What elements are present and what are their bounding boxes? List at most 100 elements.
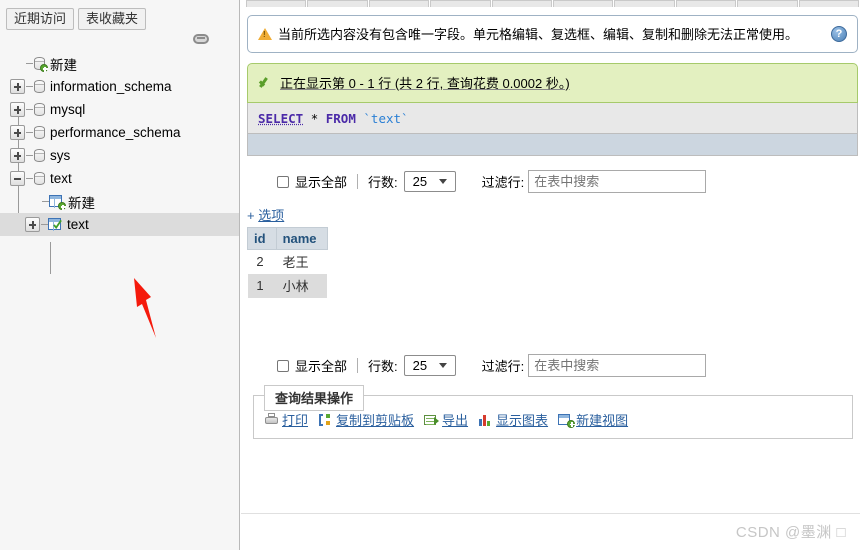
table-icon [48,217,63,232]
create-view-label[interactable]: 新建视图 [576,410,628,429]
create-view-action[interactable]: 新建视图 [558,410,628,429]
export-label[interactable]: 导出 [442,410,468,429]
recent-tab[interactable]: 近期访问 [6,8,74,30]
content-tab[interactable] [799,0,859,7]
database-icon [33,148,46,163]
tree-expander-icon[interactable] [10,125,25,140]
show-all-checkbox[interactable] [277,360,289,372]
unique-field-warning: 当前所选内容没有包含唯一字段。单元格编辑、复选框、编辑、复制和删除无法正常使用。… [247,15,858,53]
tree-item-label: sys [50,148,70,163]
navigation-sidebar: 近期访问 表收藏夹 新建 inf [0,0,240,550]
csdn-watermark: CSDN @墨渊 □ [736,521,846,542]
rows-per-page-value: 25 [413,174,427,189]
tree-expander-icon[interactable] [10,79,25,94]
column-header-id[interactable]: id [248,228,277,250]
copy-to-clipboard-label[interactable]: 复制到剪贴板 [336,410,414,429]
red-arrow-annotation [124,272,194,347]
sidebar-tool-row [0,30,239,52]
tree-connector [26,63,33,64]
divider [357,174,358,189]
results-table: id name 2 老王 1 小林 [247,227,328,298]
filter-rows-label: 过滤行: [482,172,525,191]
print-action[interactable]: 打印 [264,410,308,429]
favorites-tab[interactable]: 表收藏夹 [78,8,146,30]
tree-item-label: text [67,217,89,232]
tree-expander-icon[interactable] [25,217,40,232]
tree-item-label: text [50,171,72,186]
database-icon [33,102,46,117]
chart-icon [478,413,493,427]
tree-item-label: 新建 [68,192,95,212]
content-tab[interactable] [737,0,797,7]
tree-item-label: information_schema [50,79,172,94]
column-header-name[interactable]: name [276,228,327,250]
tree-collapse-icon[interactable] [10,171,25,186]
result-operations-links: 打印 复制到剪贴板 导出 [264,410,842,429]
content-tab[interactable] [553,0,613,7]
cell-id: 2 [248,250,277,274]
table-row[interactable]: 2 老王 [248,250,328,274]
content-tab[interactable] [614,0,674,7]
table-check-glyph [53,219,62,229]
sql-actions-bar [247,134,858,156]
table-row[interactable]: 1 小林 [248,274,328,298]
copy-to-clipboard-action[interactable]: 复制到剪贴板 [318,410,414,429]
cell-name: 小林 [276,274,327,298]
rows-per-page-select[interactable]: 25 [404,171,456,192]
database-icon [33,171,46,186]
tree-item-sys[interactable]: sys [0,144,239,167]
content-tab[interactable] [492,0,552,7]
results-controls-bottom: 显示全部 行数: 25 过滤行: [241,340,860,377]
tree-connector [42,201,49,202]
print-label[interactable]: 打印 [282,410,308,429]
options-link-label[interactable]: 选项 [258,208,284,223]
tree-item-text-database[interactable]: text [0,167,239,190]
result-operations-legend: 查询结果操作 [264,385,364,411]
tree-item-label: performance_schema [50,125,181,140]
content-tab[interactable] [430,0,490,7]
footer-divider [241,513,860,514]
tree-item-new-table[interactable]: 新建 [0,190,239,213]
query-result-operations: 查询结果操作 打印 复制到剪贴板 [253,395,853,439]
cell-name: 老王 [276,250,327,274]
tree-expander-icon[interactable] [10,102,25,117]
warning-text: 当前所选内容没有包含唯一字段。单元格编辑、复选框、编辑、复制和删除无法正常使用。 [278,24,823,43]
sql-keyword-select: SELECT [258,111,303,126]
tree-item-information-schema[interactable]: information_schema [0,75,239,98]
content-tab[interactable] [246,0,306,7]
chevron-down-icon [439,363,447,368]
main-content-panel: 当前所选内容没有包含唯一字段。单元格编辑、复选框、编辑、复制和删除无法正常使用。… [241,0,860,550]
database-new-icon [33,56,46,71]
spacer [241,298,860,340]
options-toggle[interactable]: + 选项 [241,193,860,227]
tree-item-performance-schema[interactable]: performance_schema [0,121,239,144]
tree-connector [26,109,33,110]
show-chart-action[interactable]: 显示图表 [478,410,548,429]
content-tab[interactable] [676,0,736,7]
divider [357,358,358,373]
table-header-row: id name [248,228,328,250]
tree-expander-icon[interactable] [10,148,25,163]
content-tab-bar [241,0,860,7]
show-chart-label[interactable]: 显示图表 [496,410,548,429]
rows-per-page-select[interactable]: 25 [404,355,456,376]
rows-label: 行数: [368,172,398,191]
filter-rows-input[interactable] [528,354,706,377]
table-new-icon [49,194,64,209]
tree-item-new-database[interactable]: 新建 [0,52,239,75]
tree-item-mysql[interactable]: mysql [0,98,239,121]
filter-rows-input[interactable] [528,170,706,193]
collapse-pill-icon[interactable] [193,34,209,44]
sql-query-box[interactable]: SELECT * FROM `text` [247,103,858,134]
export-action[interactable]: 导出 [424,410,468,429]
content-tab[interactable] [307,0,367,7]
help-question-icon[interactable]: ? [831,26,847,42]
show-all-checkbox[interactable] [277,176,289,188]
tree-item-label: 新建 [50,54,77,74]
content-tab[interactable] [369,0,429,7]
tree-item-text-table[interactable]: text [0,213,239,236]
navigation-tabs: 近期访问 表收藏夹 [0,0,239,30]
cell-id: 1 [248,274,277,298]
show-all-label: 显示全部 [295,356,347,375]
show-all-label: 显示全部 [295,172,347,191]
